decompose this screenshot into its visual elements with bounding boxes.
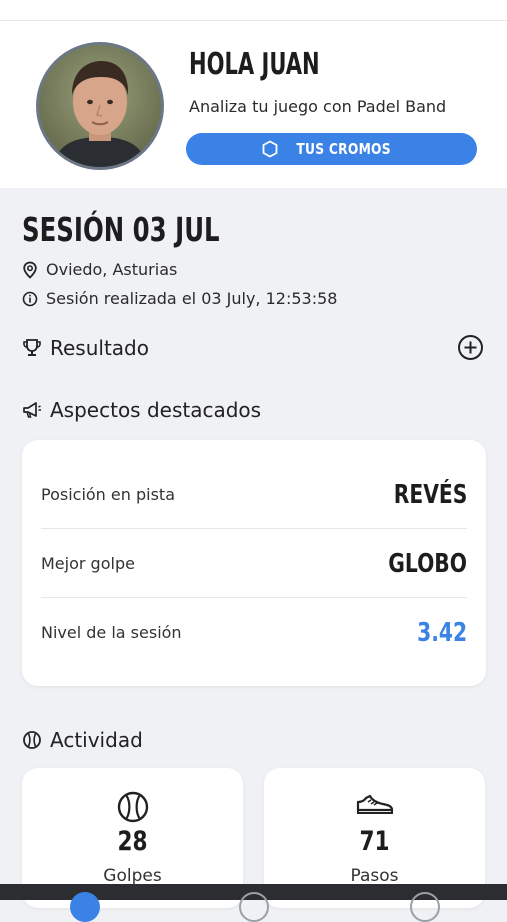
megaphone-icon — [23, 402, 41, 418]
highlight-label: Mejor golpe — [41, 554, 135, 573]
highlight-label: Posición en pista — [41, 485, 175, 504]
highlights-card: Posición en pista REVÉS Mejor golpe GLOB… — [22, 440, 486, 686]
activity-title: Actividad — [50, 728, 143, 752]
session-title: SESIÓN 03 JUL — [22, 210, 220, 249]
highlight-value: REVÉS — [393, 479, 467, 510]
highlights-section-header: Aspectos destacados — [22, 398, 261, 422]
result-section-header: Resultado — [22, 336, 149, 360]
highlight-row: Mejor golpe GLOBO — [41, 529, 467, 598]
stat-value: 71 — [359, 826, 390, 857]
greeting-title: HOLA JUAN — [189, 47, 320, 82]
avatar-photo — [39, 45, 161, 167]
nav-right-button[interactable] — [410, 892, 440, 922]
tus-cromos-button[interactable]: TUS CROMOS — [186, 133, 477, 165]
greeting-subtitle: Analiza tu juego con Padel Band — [189, 97, 447, 116]
location-pin-icon — [23, 261, 37, 279]
tennis-ball-icon — [117, 791, 148, 823]
nav-middle-button[interactable] — [239, 892, 269, 922]
hexagon-icon — [262, 140, 278, 158]
add-result-icon[interactable] — [457, 334, 484, 361]
stat-label: Golpes — [103, 866, 162, 886]
result-title: Resultado — [50, 336, 149, 360]
status-strip — [0, 0, 507, 21]
session-performed-text: Sesión realizada el 03 July, 12:53:58 — [46, 289, 338, 308]
highlight-value: GLOBO — [388, 548, 467, 579]
highlight-label: Nivel de la sesión — [41, 623, 182, 642]
highlights-title: Aspectos destacados — [50, 398, 262, 422]
trophy-icon — [23, 339, 41, 356]
nav-home-button[interactable] — [70, 892, 100, 922]
tus-cromos-label: TUS CROMOS — [296, 140, 391, 158]
info-icon — [22, 291, 38, 306]
tennis-ball-icon — [23, 731, 41, 749]
stat-value: 28 — [117, 826, 148, 857]
avatar[interactable] — [36, 42, 164, 170]
session-info-row: Sesión realizada el 03 July, 12:53:58 — [22, 289, 337, 308]
location-text: Oviedo, Asturias — [46, 260, 178, 279]
session-level-value: 3.42 — [416, 617, 467, 648]
activity-section-header: Actividad — [22, 728, 143, 752]
stat-label: Pasos — [350, 866, 399, 886]
highlight-row: Posición en pista REVÉS — [41, 460, 467, 529]
location-row: Oviedo, Asturias — [22, 260, 177, 279]
sneaker-icon — [356, 794, 393, 814]
highlight-row: Nivel de la sesión 3.42 — [41, 598, 467, 667]
profile-header: HOLA JUAN Analiza tu juego con Padel Ban… — [0, 21, 507, 188]
